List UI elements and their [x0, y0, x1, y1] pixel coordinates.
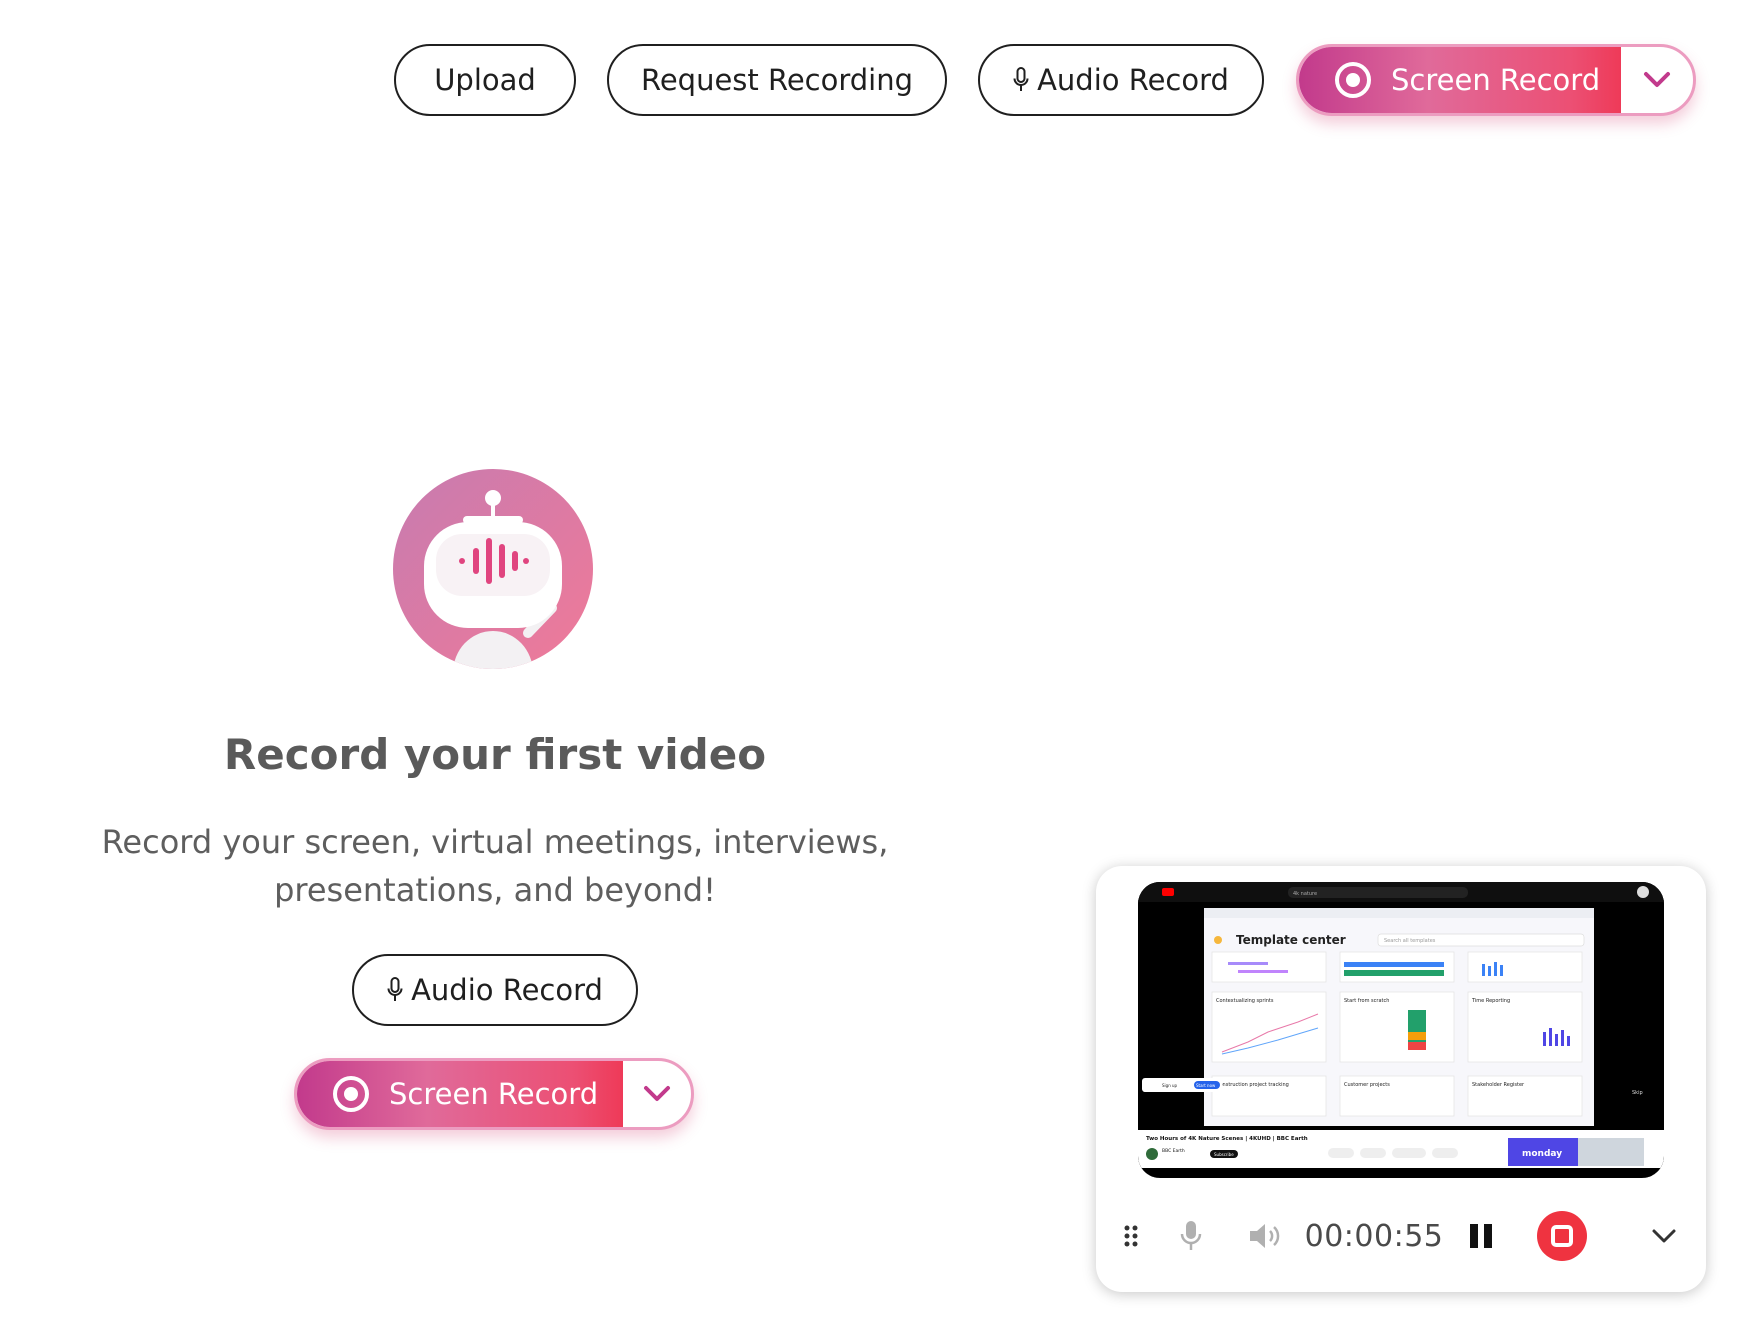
preview-page-title: Template center: [1236, 933, 1346, 947]
preview-channel: BBC Earth: [1162, 1148, 1185, 1154]
screen-preview: 4k nature Template center Search all tem…: [1138, 882, 1664, 1178]
preview-card-label: Time Reporting: [1471, 998, 1510, 1004]
preview-video-title: Two Hours of 4K Nature Scenes | 4KUHD | …: [1146, 1136, 1308, 1142]
preview-card-label: Contextualizing sprints: [1216, 998, 1274, 1004]
empty-state-subtitle: Record your screen, virtual meetings, in…: [101, 823, 889, 909]
preview-ad-brand: monday: [1522, 1149, 1562, 1159]
stop-icon: [1537, 1211, 1587, 1261]
preview-start-now: Start now: [1196, 1083, 1216, 1088]
system-audio-toggle[interactable]: [1236, 1206, 1296, 1266]
preview-search-placeholder: Search all templates: [1384, 938, 1436, 944]
screen-record-split-button: Screen Record: [1296, 44, 1696, 116]
empty-state-audio-label: Audio Record: [411, 973, 603, 1007]
audio-record-label: Audio Record: [1037, 63, 1229, 97]
record-icon: [1335, 62, 1371, 98]
preview-card-label: Stakeholder Register: [1472, 1082, 1525, 1088]
recording-timer: 00:00:55: [1304, 1218, 1444, 1254]
microphone-icon: [1180, 1221, 1202, 1250]
pause-button[interactable]: [1456, 1206, 1506, 1266]
upload-label: Upload: [434, 63, 536, 97]
chevron-down-icon: [1652, 1229, 1676, 1243]
preview-card-label: Customer projects: [1344, 1082, 1390, 1088]
empty-state-title: Record your first video: [223, 730, 767, 779]
microphone-icon: [387, 977, 403, 1001]
collapse-widget-button[interactable]: [1644, 1206, 1684, 1266]
empty-state-screen-record-split-button: Screen Record: [294, 1058, 694, 1130]
pause-icon: [1470, 1224, 1492, 1248]
recorder-widget: 4k nature Template center Search all tem…: [1096, 866, 1706, 1292]
record-icon: [333, 1076, 369, 1112]
empty-state-audio-record-button[interactable]: Audio Record: [352, 954, 638, 1026]
preview-sign-up: Sign up: [1162, 1083, 1178, 1088]
screen-record-dropdown[interactable]: [1621, 47, 1693, 113]
upload-button[interactable]: Upload: [394, 44, 576, 116]
microphone-icon: [1013, 67, 1029, 91]
preview-card-label: Start from scratch: [1344, 998, 1389, 1004]
chevron-down-icon: [1644, 72, 1670, 87]
recorder-controls: 00:00:55: [1096, 1206, 1706, 1266]
microphone-toggle[interactable]: [1166, 1206, 1216, 1266]
drag-handle[interactable]: [1116, 1206, 1146, 1266]
chevron-down-icon: [644, 1086, 670, 1101]
request-recording-label: Request Recording: [640, 63, 914, 97]
robot-avatar-illustration: [393, 469, 593, 669]
speaker-icon: [1250, 1224, 1280, 1248]
screen-preview-thumbnail: 4k nature Template center Search all tem…: [1138, 882, 1664, 1178]
screen-record-label: Screen Record: [1391, 63, 1601, 97]
drag-handle-icon: [1124, 1225, 1138, 1247]
preview-youtube-search: 4k nature: [1293, 891, 1317, 897]
empty-state-screen-record-button[interactable]: Screen Record: [297, 1061, 623, 1127]
screen-record-button[interactable]: Screen Record: [1299, 47, 1621, 113]
request-recording-button[interactable]: Request Recording: [607, 44, 947, 116]
empty-state-screen-record-label: Screen Record: [389, 1077, 599, 1111]
preview-skip: Skip: [1632, 1090, 1643, 1096]
preview-card-label: Construction project tracking: [1216, 1082, 1289, 1088]
stop-button[interactable]: [1532, 1206, 1592, 1266]
audio-record-button[interactable]: Audio Record: [978, 44, 1264, 116]
empty-state-screen-record-dropdown[interactable]: [623, 1061, 691, 1127]
preview-subscribe: Subscribe: [1214, 1152, 1234, 1157]
